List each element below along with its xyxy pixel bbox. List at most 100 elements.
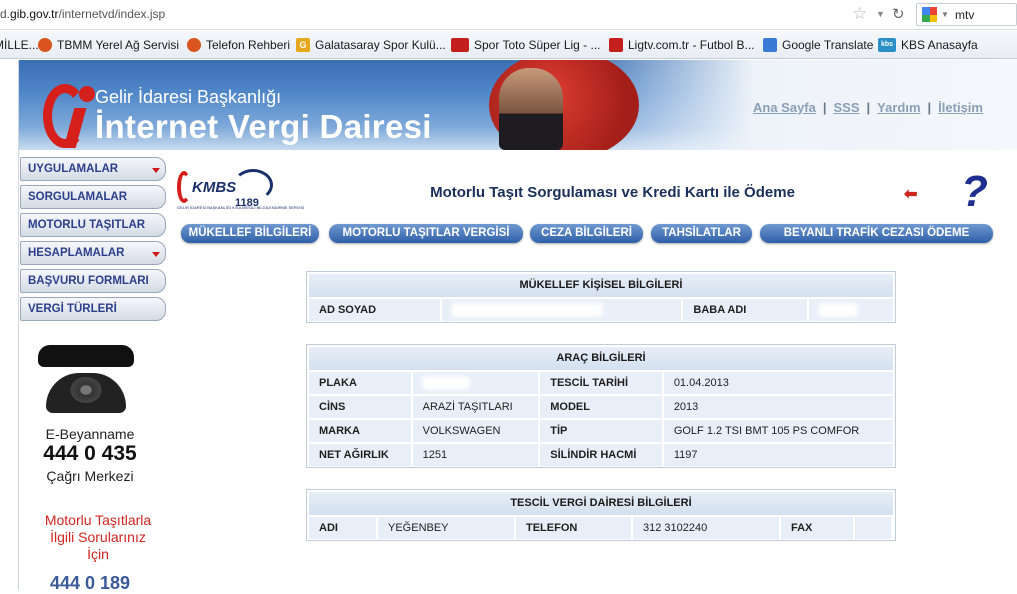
google-search-icon[interactable] (922, 7, 937, 22)
search-box[interactable]: ▼ mtv (916, 3, 1017, 26)
cins-value: ARAZİ TAŞITLARI (412, 396, 539, 418)
header-links: Ana Sayfa | SSS | Yardım | İletişim (753, 100, 983, 115)
url-history-dropdown-icon[interactable]: ▼ (876, 9, 885, 19)
kbs-icon: kbs (878, 38, 896, 52)
site-title: İnternet Vergi Dairesi (95, 108, 432, 145)
sidebar-item-label: MOTORLU TAŞITLAR (28, 219, 146, 231)
ad-soyad-value (442, 299, 682, 321)
mtv-question-line: İlgili Sorularınız (50, 529, 146, 545)
sidebar-item-uygulamalar[interactable]: UYGULAMALAR (20, 157, 166, 181)
table-row: CİNS ARAZİ TAŞITLARI MODEL 2013 (309, 396, 893, 418)
table-row: NET AĞIRLIK 1251 SİLİNDİR HACMİ 1197 (309, 444, 893, 466)
tab-tahsilatlar[interactable]: TAHSİLATLAR (651, 224, 752, 243)
gib-logo-dot (79, 86, 95, 102)
sidebar-item-label: BAŞVURU FORMLARI (28, 275, 149, 287)
net-agirlik-value: 1251 (412, 444, 539, 466)
ebeyanname-label: E-Beyanname (45, 426, 135, 442)
link-sss[interactable]: SSS (834, 100, 860, 115)
vergi-dairesi-adi-label: ADI (309, 517, 376, 539)
marka-label: MARKA (309, 420, 411, 442)
cins-label: CİNS (309, 396, 411, 418)
bookmark-label: Spor Toto Süper Lig - ... (474, 38, 601, 52)
tab-motorlu-tasitlar-vergisi[interactable]: MOTORLU TAŞITLAR VERGİSİ (329, 224, 523, 243)
kmbs-logo-text: KMBS (192, 179, 237, 196)
bookmark-item[interactable]: Spor Toto Süper Lig - ... (451, 38, 601, 52)
link-yardim[interactable]: Yardım (877, 100, 920, 115)
galatasaray-icon: G (296, 38, 310, 52)
bookmark-item[interactable]: Telefon Rehberi (187, 38, 290, 52)
reload-icon[interactable]: ↻ (892, 5, 905, 23)
tbmm-icon (38, 38, 52, 52)
dropdown-arrow-icon (152, 252, 160, 257)
sidebar-item-basvuru-formlari[interactable]: BAŞVURU FORMLARI (20, 269, 166, 293)
tip-value: GOLF 1.2 TSI BMT 105 PS COMFOR (663, 420, 893, 442)
plaka-label: PLAKA (309, 372, 411, 394)
tbmm-icon (187, 38, 201, 52)
page-title: Motorlu Taşıt Sorgulaması ve Kredi Kartı… (430, 184, 795, 201)
tescil-panel: TESCİL VERGİ DAİRESİ BİLGİLERİ ADI YEĞEN… (306, 489, 896, 541)
table-row: AD SOYAD BABA ADI (309, 299, 893, 321)
bookmark-item[interactable]: TBMM Yerel Ağ Servisi (38, 38, 179, 52)
sidebar-item-hesaplamalar[interactable]: HESAPLAMALAR (20, 241, 166, 265)
call-center-label: Çağrı Merkezi (46, 468, 134, 484)
ad-soyad-label: AD SOYAD (309, 299, 441, 321)
net-agirlik-label: NET AĞIRLIK (309, 444, 411, 466)
url-prefix: d. (0, 7, 11, 21)
table-row: MARKA VOLKSWAGEN TİP GOLF 1.2 TSI BMT 10… (309, 420, 893, 442)
model-value: 2013 (663, 396, 893, 418)
bookmark-label: Ligtv.com.tr - Futbol B... (628, 38, 755, 52)
mtv-question-line: İçin (87, 546, 109, 562)
redacted-value (422, 377, 469, 390)
bookmark-label: MİLLE... (0, 38, 39, 52)
sidebar-item-vergi-turleri[interactable]: VERGİ TÜRLERİ (20, 297, 166, 321)
panel-heading: TESCİL VERGİ DAİRESİ BİLGİLERİ (309, 492, 893, 515)
tescil-tarihi-label: TESCİL TARİHİ (540, 372, 662, 394)
dropdown-arrow-icon (152, 168, 160, 173)
telephone-icon (38, 343, 134, 415)
fax-value (855, 517, 891, 539)
sidebar-item-label: SORGULAMALAR (28, 191, 128, 203)
tab-mukellef-bilgileri[interactable]: MÜKELLEF BİLGİLERİ (181, 224, 319, 243)
sidebar-item-label: HESAPLAMALAR (28, 247, 125, 259)
ebeyanname-number: 444 0 435 (43, 442, 137, 465)
marka-value: VOLKSWAGEN (412, 420, 539, 442)
back-arrow-icon[interactable]: ⬅ (904, 184, 917, 204)
bookmark-item[interactable]: Ligtv.com.tr - Futbol B... (609, 38, 754, 52)
bookmark-label: TBMM Yerel Ağ Servisi (57, 38, 180, 52)
bookmark-item[interactable]: kbs KBS Anasayfa (878, 38, 978, 52)
panel-heading: ARAÇ BİLGİLERİ (309, 347, 893, 370)
tab-beyanli-trafik-cezasi-odeme[interactable]: BEYANLI TRAFİK CEZASI ÖDEME (760, 224, 993, 243)
site-banner: Gelir İdaresi Başkanlığı İnternet Vergi … (19, 60, 1017, 150)
help-question-icon[interactable]: ? (961, 168, 988, 216)
bookmark-item[interactable]: Google Translate (763, 38, 873, 52)
tip-label: TİP (540, 420, 662, 442)
url-text[interactable]: d.gib.gov.tr/internetvd/index.jsp (0, 7, 165, 21)
mtv-phone-number: 444 0 189 (49, 573, 131, 593)
tab-ceza-bilgileri[interactable]: CEZA BİLGİLERİ (530, 224, 643, 243)
bookmark-item[interactable]: MİLLE... (0, 38, 39, 52)
mtv-question-text: Motorlu Taşıtlarla İlgili Sorularınız İç… (18, 512, 178, 563)
org-name: Gelir İdaresi Başkanlığı (95, 87, 282, 107)
mukellef-panel: MÜKELLEF KİŞİSEL BİLGİLERİ AD SOYAD BABA… (306, 271, 896, 323)
address-bar[interactable]: d.gib.gov.tr/internetvd/index.jsp ☆ ▼ ↻ … (0, 0, 1017, 30)
bookmark-item[interactable]: G Galatasaray Spor Kulü... (296, 38, 446, 52)
panel-heading: MÜKELLEF KİŞİSEL BİLGİLERİ (309, 274, 893, 297)
search-input[interactable]: mtv (955, 8, 974, 22)
kmbs-logo-subtext: GELİR İDARESİ BAŞKANLIĞI KISA MESAJ BİLG… (177, 205, 305, 210)
telephone-handset (38, 345, 134, 367)
kmbs-logo: KMBS 1189 GELİR İDARESİ BAŞKANLIĞI KISA … (175, 167, 304, 215)
link-ana-sayfa[interactable]: Ana Sayfa (753, 100, 816, 115)
plaka-value (412, 372, 539, 394)
baba-adi-label: BABA ADI (683, 299, 807, 321)
silindir-hacmi-value: 1197 (663, 444, 893, 466)
search-engine-dropdown-icon[interactable]: ▼ (941, 10, 949, 19)
telephone-dial (68, 375, 104, 405)
baba-adi-value (808, 299, 893, 321)
sidebar-item-motorlu-tasitlar[interactable]: MOTORLU TAŞITLAR (20, 213, 166, 237)
bookmarks-bar: MİLLE... TBMM Yerel Ağ Servisi Telefon R… (0, 31, 1017, 59)
sidebar-item-sorgulamalar[interactable]: SORGULAMALAR (20, 185, 166, 209)
redacted-value (452, 304, 603, 317)
link-iletisim[interactable]: İletişim (938, 100, 983, 115)
bookmark-star-icon[interactable]: ☆ (852, 4, 867, 24)
bookmark-label: Galatasaray Spor Kulü... (315, 38, 446, 52)
